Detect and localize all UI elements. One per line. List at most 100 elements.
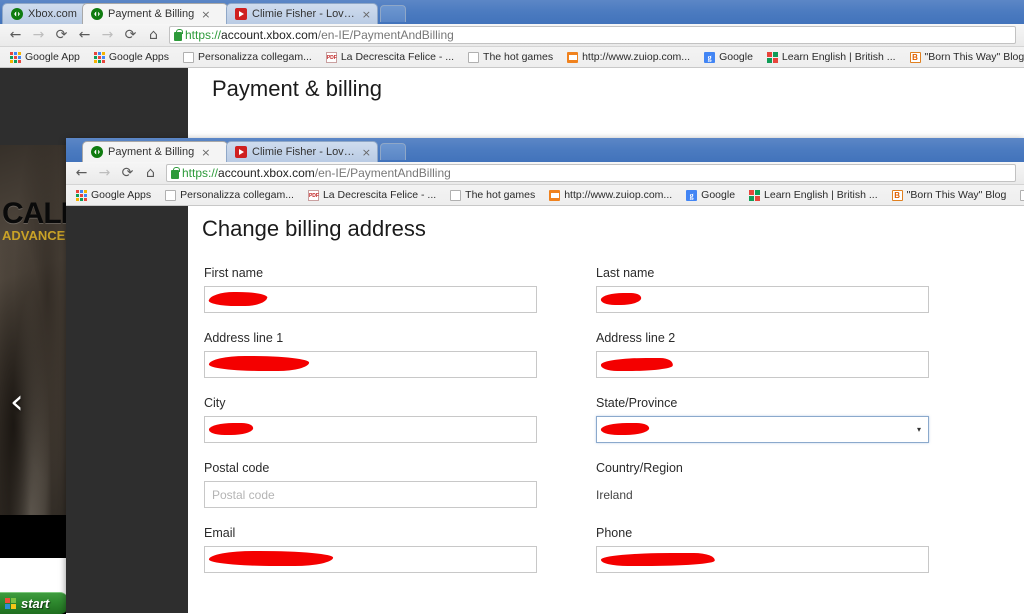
youtube-icon — [235, 146, 247, 158]
bookmark-google-apps[interactable]: Google Apps — [87, 51, 176, 63]
email-input[interactable] — [204, 546, 537, 573]
field-address-line-2: Address line 2 — [596, 331, 929, 378]
url-scheme: https:// — [185, 28, 222, 42]
bookmark-learn-english[interactable]: Learn English | British ... — [760, 51, 903, 63]
bookmark-personalizza[interactable]: Personalizza collegam... — [158, 189, 301, 201]
bookmark-google[interactable]: g Google — [697, 51, 760, 63]
postal-code-input[interactable]: Postal code — [204, 481, 537, 508]
bookmark-label: Personalizza collegam... — [180, 189, 294, 201]
reload-icon[interactable]: ⟳ — [116, 163, 139, 184]
grid-gap — [537, 461, 596, 526]
field-label: Last name — [596, 266, 655, 280]
bookmark-google-apps[interactable]: Google Apps — [69, 189, 158, 201]
address-line-2-input[interactable] — [596, 351, 929, 378]
bookmark-label: La Decrescita Felice - ... — [340, 51, 455, 63]
lock-icon — [174, 28, 183, 41]
page-icon — [1020, 189, 1024, 201]
tab-label: Xbox.com — [28, 8, 77, 20]
tab-label: Climie Fisher - Love Changes — [252, 146, 355, 158]
bookmark-label: La Decrescita Felice - ... — [322, 189, 437, 201]
bookmark-decrescita[interactable]: PDF La Decrescita Felice - ... — [301, 189, 443, 201]
page-icon — [468, 51, 480, 63]
chevron-down-icon[interactable]: ▾ — [917, 425, 921, 434]
tab-payment-and-billing-active[interactable]: Payment & Billing × — [82, 141, 228, 162]
tab-label: Payment & Billing — [108, 146, 195, 158]
grid-gap — [537, 266, 596, 331]
forward-icon[interactable]: → — [93, 163, 116, 184]
last-name-input[interactable] — [596, 286, 929, 313]
forward-icon[interactable]: → — [27, 25, 50, 46]
bookmark-zuiop[interactable]: http://www.zuiop.com... — [560, 51, 697, 63]
field-first-name: First name — [204, 266, 537, 313]
cod-hero-title: CALL ADVANCED — [2, 199, 68, 243]
tab-close-icon[interactable]: × — [362, 146, 371, 159]
bookmark-google[interactable]: g Google — [679, 189, 742, 201]
field-label: Email — [204, 526, 236, 540]
field-label: Postal code — [204, 461, 270, 475]
tab-label: Climie Fisher - Love Changes — [252, 8, 355, 20]
bookmark-zuiop[interactable]: http://www.zuiop.com... — [542, 189, 679, 201]
url-path: /en-IE/PaymentAndBilling — [314, 166, 451, 180]
tab-close-icon[interactable]: × — [201, 146, 210, 159]
field-country-region: Country/Region Ireland — [596, 461, 929, 508]
page-icon — [450, 189, 462, 201]
carousel-prev-icon[interactable]: ‹ — [10, 385, 40, 421]
back-icon-2[interactable]: ← — [73, 25, 96, 46]
google-icon: g — [704, 51, 716, 63]
first-name-input[interactable] — [204, 286, 537, 313]
home-icon[interactable]: ⌂ — [142, 25, 165, 46]
bookmark-born-this-way[interactable]: B "Born This Way" Blog — [885, 189, 1014, 201]
tab-close-icon[interactable]: × — [201, 8, 210, 21]
bookmark-label: "Born This Way" Blog — [924, 51, 1024, 63]
address-line-1-input[interactable] — [204, 351, 537, 378]
tab-payment-and-billing[interactable]: Payment & Billing × — [82, 3, 228, 24]
back-icon[interactable]: ← — [4, 25, 27, 46]
start-button-label: start — [21, 596, 50, 611]
back-icon[interactable]: ← — [70, 163, 93, 184]
page-content-active-window: Change billing address First name Last n… — [66, 206, 1024, 613]
state-province-select[interactable]: ▾ — [596, 416, 929, 443]
xbox-icon — [91, 146, 103, 158]
windows-logo-icon — [5, 597, 17, 610]
bookmark-label: http://www.zuiop.com... — [564, 189, 673, 201]
address-bar[interactable]: https://account.xbox.com/en-IE/PaymentAn… — [166, 164, 1016, 182]
phone-input[interactable] — [596, 546, 929, 573]
screen: CALL ADVANCED ‹ start Xbox.com Payment &… — [0, 0, 1024, 614]
reload-icon-2[interactable]: ⟳ — [119, 25, 142, 46]
bookmark-born-this-way[interactable]: B "Born This Way" Blog — [903, 51, 1024, 63]
browser-window-background[interactable]: Xbox.com Payment & Billing × Climie Fish… — [0, 0, 1024, 145]
browser-window-active[interactable]: Payment & Billing × Climie Fisher - Love… — [66, 138, 1024, 614]
city-input[interactable] — [204, 416, 537, 443]
bookmark-personalizza[interactable]: Personalizza collegam... — [176, 51, 319, 63]
field-address-line-1: Address line 1 — [204, 331, 537, 378]
start-button[interactable]: start — [0, 592, 68, 614]
page-icon — [165, 189, 177, 201]
tab-close-icon[interactable]: × — [362, 8, 371, 21]
home-icon[interactable]: ⌂ — [139, 163, 162, 184]
bookmark-google-app[interactable]: Google App — [3, 51, 87, 63]
new-tab-button[interactable] — [380, 143, 406, 160]
bookmark-simpler-life[interactable]: A SIMPLER LIFE — [1013, 189, 1024, 201]
new-tab-button[interactable] — [380, 5, 406, 22]
field-phone: Phone — [596, 526, 929, 573]
google-apps-icon — [93, 51, 105, 63]
address-bar[interactable]: https://account.xbox.com/en-IE/PaymentAn… — [169, 26, 1016, 44]
forward-icon-2[interactable]: → — [96, 25, 119, 46]
cod-title-line2: ADVANCED — [2, 227, 68, 243]
bookmark-hot-games[interactable]: The hot games — [461, 51, 560, 63]
pdf-icon: PDF — [325, 51, 337, 63]
bookmark-label: Google App — [25, 51, 80, 63]
blogger-icon: B — [891, 189, 903, 201]
tab-climie-fisher-video[interactable]: Climie Fisher - Love Changes × — [226, 141, 378, 162]
tab-strip-background-window: Xbox.com Payment & Billing × Climie Fish… — [0, 0, 1024, 24]
url-path: /en-IE/PaymentAndBilling — [317, 28, 454, 42]
bookmark-label: "Born This Way" Blog — [906, 189, 1007, 201]
xbox-icon — [11, 8, 23, 20]
bookmark-learn-english[interactable]: Learn English | British ... — [742, 189, 885, 201]
reload-icon[interactable]: ⟳ — [50, 25, 73, 46]
bookmark-hot-games[interactable]: The hot games — [443, 189, 542, 201]
tab-climie-fisher-video[interactable]: Climie Fisher - Love Changes × — [226, 3, 378, 24]
field-label: State/Province — [596, 396, 678, 410]
field-label: Phone — [596, 526, 633, 540]
bookmark-decrescita[interactable]: PDF La Decrescita Felice - ... — [319, 51, 461, 63]
